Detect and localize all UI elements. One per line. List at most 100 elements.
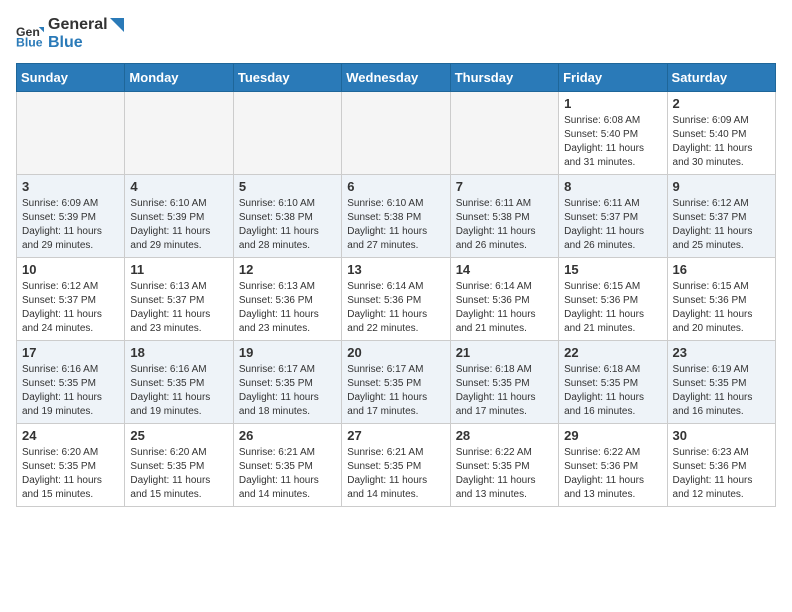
day-info: Sunrise: 6:17 AM Sunset: 5:35 PM Dayligh… xyxy=(239,363,336,419)
day-info: Sunrise: 6:21 AM Sunset: 5:35 PM Dayligh… xyxy=(347,446,444,502)
calendar-cell: 15Sunrise: 6:15 AM Sunset: 5:36 PM Dayli… xyxy=(559,258,667,341)
day-info: Sunrise: 6:18 AM Sunset: 5:35 PM Dayligh… xyxy=(564,363,661,419)
calendar-cell: 28 Sunrise: 6:22 AM Sunset: 5:35 PM Dayli… xyxy=(450,424,558,507)
day-info: Sunrise: 6:12 AM Sunset: 5:37 PM Dayligh… xyxy=(22,280,119,336)
day-info: Sunrise: 6:21 AM Sunset: 5:35 PM Dayligh… xyxy=(239,446,336,502)
weekday-header: Friday xyxy=(559,64,667,92)
calendar-cell xyxy=(17,92,125,175)
day-info: Sunrise: 6:09 AM Sunset: 5:40 PM Dayligh… xyxy=(673,114,770,170)
calendar-cell: 1Sunrise: 6:08 AM Sunset: 5:40 PM Daylig… xyxy=(559,92,667,175)
day-number: 22 xyxy=(564,345,661,360)
calendar-week-row: 10 Sunrise: 6:12 AM Sunset: 5:37 PM Dayli… xyxy=(17,258,776,341)
day-number: 30 xyxy=(673,428,770,443)
calendar-cell: 9 Sunrise: 6:12 AM Sunset: 5:37 PM Daylig… xyxy=(667,175,775,258)
day-info: Sunrise: 6:15 AM Sunset: 5:36 PM Dayligh… xyxy=(673,280,770,336)
calendar-cell: 7 Sunrise: 6:11 AM Sunset: 5:38 PM Daylig… xyxy=(450,175,558,258)
calendar-cell: 22 Sunrise: 6:18 AM Sunset: 5:35 PM Dayli… xyxy=(559,341,667,424)
day-info: Sunrise: 6:22 AM Sunset: 5:36 PM Dayligh… xyxy=(564,446,661,502)
day-number: 18 xyxy=(130,345,227,360)
day-number: 11 xyxy=(130,262,227,277)
day-info: Sunrise: 6:22 AM Sunset: 5:35 PM Dayligh… xyxy=(456,446,553,502)
calendar-cell: 17Sunrise: 6:16 AM Sunset: 5:35 PM Dayli… xyxy=(17,341,125,424)
page-header: Gen Blue General Blue xyxy=(16,16,776,51)
calendar-cell: 30 Sunrise: 6:23 AM Sunset: 5:36 PM Dayli… xyxy=(667,424,775,507)
weekday-header: Wednesday xyxy=(342,64,450,92)
day-number: 3 xyxy=(22,179,119,194)
weekday-header: Monday xyxy=(125,64,233,92)
logo-text-line1: General xyxy=(48,16,124,34)
calendar-cell: 20Sunrise: 6:17 AM Sunset: 5:35 PM Dayli… xyxy=(342,341,450,424)
weekday-header: Saturday xyxy=(667,64,775,92)
day-info: Sunrise: 6:18 AM Sunset: 5:35 PM Dayligh… xyxy=(456,363,553,419)
day-number: 7 xyxy=(456,179,553,194)
day-info: Sunrise: 6:13 AM Sunset: 5:37 PM Dayligh… xyxy=(130,280,227,336)
calendar-cell: 29 Sunrise: 6:22 AM Sunset: 5:36 PM Dayli… xyxy=(559,424,667,507)
calendar-week-row: 1Sunrise: 6:08 AM Sunset: 5:40 PM Daylig… xyxy=(17,92,776,175)
day-info: Sunrise: 6:15 AM Sunset: 5:36 PM Dayligh… xyxy=(564,280,661,336)
calendar-cell: 25 Sunrise: 6:20 AM Sunset: 5:35 PM Dayli… xyxy=(125,424,233,507)
day-number: 21 xyxy=(456,345,553,360)
day-number: 6 xyxy=(347,179,444,194)
calendar-cell: 8 Sunrise: 6:11 AM Sunset: 5:37 PM Daylig… xyxy=(559,175,667,258)
day-info: Sunrise: 6:19 AM Sunset: 5:35 PM Dayligh… xyxy=(673,363,770,419)
logo: Gen Blue General Blue xyxy=(16,16,124,51)
calendar-cell xyxy=(342,92,450,175)
logo-icon: Gen Blue xyxy=(16,20,44,48)
day-info: Sunrise: 6:11 AM Sunset: 5:37 PM Dayligh… xyxy=(564,197,661,253)
day-number: 20 xyxy=(347,345,444,360)
day-number: 28 xyxy=(456,428,553,443)
day-number: 14 xyxy=(456,262,553,277)
day-info: Sunrise: 6:14 AM Sunset: 5:36 PM Dayligh… xyxy=(347,280,444,336)
day-number: 24 xyxy=(22,428,119,443)
day-number: 9 xyxy=(673,179,770,194)
day-info: Sunrise: 6:14 AM Sunset: 5:36 PM Dayligh… xyxy=(456,280,553,336)
calendar-cell: 27 Sunrise: 6:21 AM Sunset: 5:35 PM Dayli… xyxy=(342,424,450,507)
day-info: Sunrise: 6:20 AM Sunset: 5:35 PM Dayligh… xyxy=(130,446,227,502)
calendar-cell: 2 Sunrise: 6:09 AM Sunset: 5:40 PM Daylig… xyxy=(667,92,775,175)
day-info: Sunrise: 6:12 AM Sunset: 5:37 PM Dayligh… xyxy=(673,197,770,253)
day-info: Sunrise: 6:10 AM Sunset: 5:38 PM Dayligh… xyxy=(347,197,444,253)
day-number: 10 xyxy=(22,262,119,277)
day-number: 27 xyxy=(347,428,444,443)
calendar-cell: 14 Sunrise: 6:14 AM Sunset: 5:36 PM Dayli… xyxy=(450,258,558,341)
calendar-week-row: 3 Sunrise: 6:09 AM Sunset: 5:39 PM Daylig… xyxy=(17,175,776,258)
day-number: 5 xyxy=(239,179,336,194)
calendar-cell xyxy=(233,92,341,175)
calendar-cell: 6 Sunrise: 6:10 AM Sunset: 5:38 PM Daylig… xyxy=(342,175,450,258)
calendar-week-row: 17Sunrise: 6:16 AM Sunset: 5:35 PM Dayli… xyxy=(17,341,776,424)
calendar-cell: 10 Sunrise: 6:12 AM Sunset: 5:37 PM Dayli… xyxy=(17,258,125,341)
calendar-cell: 3 Sunrise: 6:09 AM Sunset: 5:39 PM Daylig… xyxy=(17,175,125,258)
calendar-cell: 23Sunrise: 6:19 AM Sunset: 5:35 PM Dayli… xyxy=(667,341,775,424)
calendar-cell: 24 Sunrise: 6:20 AM Sunset: 5:35 PM Dayli… xyxy=(17,424,125,507)
day-number: 2 xyxy=(673,96,770,111)
day-info: Sunrise: 6:09 AM Sunset: 5:39 PM Dayligh… xyxy=(22,197,119,253)
calendar-cell: 16 Sunrise: 6:15 AM Sunset: 5:36 PM Dayli… xyxy=(667,258,775,341)
day-number: 1 xyxy=(564,96,661,111)
calendar-cell: 4 Sunrise: 6:10 AM Sunset: 5:39 PM Daylig… xyxy=(125,175,233,258)
calendar-cell: 19 Sunrise: 6:17 AM Sunset: 5:35 PM Dayli… xyxy=(233,341,341,424)
day-number: 19 xyxy=(239,345,336,360)
day-number: 4 xyxy=(130,179,227,194)
calendar-cell: 18Sunrise: 6:16 AM Sunset: 5:35 PM Dayli… xyxy=(125,341,233,424)
calendar-cell: 5 Sunrise: 6:10 AM Sunset: 5:38 PM Daylig… xyxy=(233,175,341,258)
day-number: 25 xyxy=(130,428,227,443)
calendar-table: SundayMondayTuesdayWednesdayThursdayFrid… xyxy=(16,63,776,507)
day-info: Sunrise: 6:10 AM Sunset: 5:38 PM Dayligh… xyxy=(239,197,336,253)
day-number: 17 xyxy=(22,345,119,360)
day-number: 16 xyxy=(673,262,770,277)
calendar-cell: 11 Sunrise: 6:13 AM Sunset: 5:37 PM Dayli… xyxy=(125,258,233,341)
day-number: 8 xyxy=(564,179,661,194)
calendar-week-row: 24 Sunrise: 6:20 AM Sunset: 5:35 PM Dayli… xyxy=(17,424,776,507)
day-number: 13 xyxy=(347,262,444,277)
calendar-cell xyxy=(450,92,558,175)
day-number: 29 xyxy=(564,428,661,443)
weekday-header: Thursday xyxy=(450,64,558,92)
logo-text-line2: Blue xyxy=(48,34,124,52)
calendar-cell: 26Sunrise: 6:21 AM Sunset: 5:35 PM Dayli… xyxy=(233,424,341,507)
day-info: Sunrise: 6:20 AM Sunset: 5:35 PM Dayligh… xyxy=(22,446,119,502)
weekday-header-row: SundayMondayTuesdayWednesdayThursdayFrid… xyxy=(17,64,776,92)
day-number: 12 xyxy=(239,262,336,277)
day-info: Sunrise: 6:11 AM Sunset: 5:38 PM Dayligh… xyxy=(456,197,553,253)
day-info: Sunrise: 6:23 AM Sunset: 5:36 PM Dayligh… xyxy=(673,446,770,502)
day-info: Sunrise: 6:10 AM Sunset: 5:39 PM Dayligh… xyxy=(130,197,227,253)
